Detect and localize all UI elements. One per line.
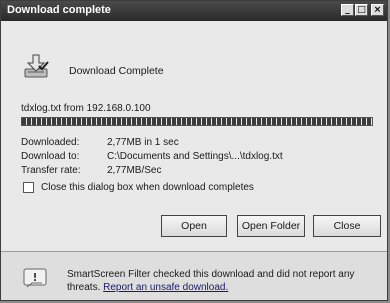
download-to-label: Download to: <box>21 151 80 162</box>
smartscreen-shield-icon: ! <box>23 268 47 288</box>
downloaded-label: Downloaded: <box>21 137 80 148</box>
transfer-rate-value: 2,77MB/Sec <box>107 165 162 176</box>
smartscreen-message: SmartScreen Filter checked this download… <box>67 268 367 294</box>
download-to-value: C:\Documents and Settings\...\tdxlog.txt <box>107 151 283 162</box>
close-window-button[interactable]: × <box>371 4 384 16</box>
report-unsafe-download-link[interactable]: Report an unsafe download. <box>103 282 228 293</box>
downloaded-value: 2,77MB in 1 sec <box>107 137 179 148</box>
dialog-heading: Download Complete <box>69 65 164 77</box>
transfer-rate-label: Transfer rate: <box>21 165 81 176</box>
open-folder-button[interactable]: Open Folder <box>237 215 305 237</box>
open-button[interactable]: Open <box>161 215 227 237</box>
download-source: tdxlog.txt from 192.168.0.100 <box>21 103 151 114</box>
download-complete-icon <box>24 54 49 78</box>
maximize-button[interactable]: □ <box>355 4 368 16</box>
close-on-complete-label[interactable]: Close this dialog box when download comp… <box>41 182 254 193</box>
close-button[interactable]: Close <box>313 215 381 237</box>
progress-fill <box>22 118 372 125</box>
minimize-button[interactable]: _ <box>341 4 354 16</box>
title-bar[interactable]: Download complete _ □ × <box>1 1 387 21</box>
svg-text:!: ! <box>32 271 37 284</box>
window-title: Download complete <box>7 4 111 16</box>
smartscreen-footer: ! SmartScreen Filter checked this downlo… <box>1 252 387 300</box>
close-on-complete-checkbox[interactable] <box>23 182 34 193</box>
download-progress-bar <box>21 117 373 126</box>
download-complete-dialog: Download complete _ □ × Download Complet… <box>0 0 388 301</box>
